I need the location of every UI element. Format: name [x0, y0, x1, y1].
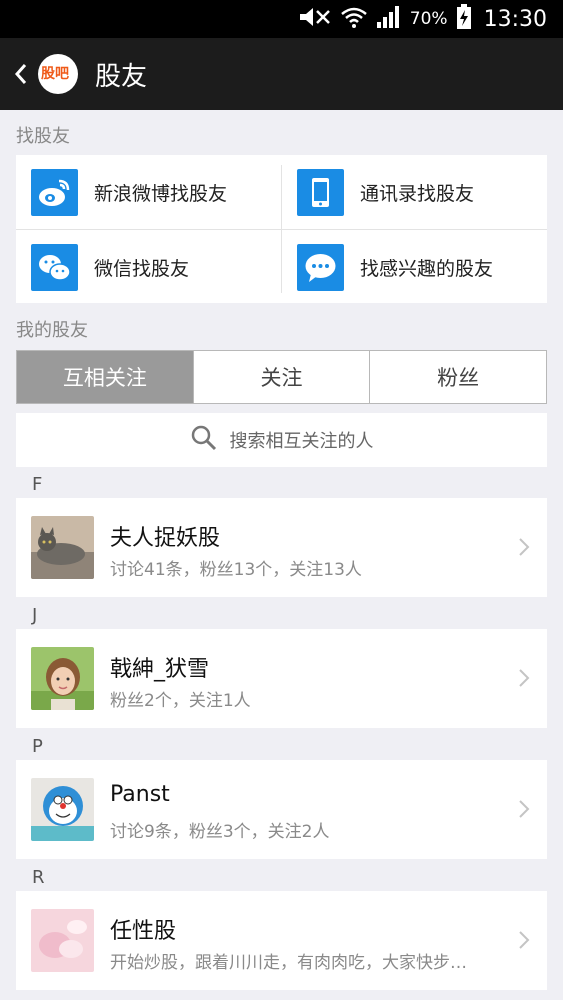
find-weibo-label: 新浪微博找股友	[94, 183, 228, 205]
chevron-right-icon	[517, 667, 531, 689]
find-weibo-button[interactable]: 新浪微博找股友	[16, 155, 281, 229]
page-title: 股友	[95, 62, 148, 92]
friend-row[interactable]: 夫人捉妖股 讨论41条，粉丝13个，关注13人	[16, 498, 547, 597]
back-icon[interactable]	[10, 62, 34, 86]
avatar	[31, 516, 94, 579]
tab-following[interactable]: 关注	[192, 351, 370, 403]
signal-icon	[376, 5, 402, 33]
index-letter: P	[32, 736, 43, 757]
tab-fans[interactable]: 粉丝	[369, 351, 546, 403]
find-interest-label: 找感兴趣的股友	[360, 258, 494, 280]
status-icons: 70% 13:30	[298, 0, 547, 38]
friend-name: 任性股	[110, 919, 177, 944]
avatar	[31, 778, 94, 841]
friend-name: 戟紳_犾雪	[110, 657, 210, 682]
search-input[interactable]: 搜索相互关注的人	[16, 413, 547, 467]
chevron-right-icon	[517, 929, 531, 951]
wechat-icon	[31, 244, 78, 291]
avatar	[31, 647, 94, 710]
search-placeholder: 搜索相互关注的人	[229, 431, 374, 452]
app-bar: 股吧 股友	[0, 38, 563, 110]
logo-text: 股吧	[41, 66, 69, 82]
find-section-label: 找股友	[16, 126, 70, 147]
friend-row[interactable]: 任性股 开始炒股，跟着川川走，有肉肉吃，大家快步…	[16, 891, 547, 990]
find-friends-grid: 新浪微博找股友 通讯录找股友 微信找股友 找感兴趣的股友	[16, 155, 547, 303]
find-contacts-button[interactable]: 通讯录找股友	[282, 155, 547, 229]
friend-row[interactable]: 戟紳_犾雪 粉丝2个，关注1人	[16, 629, 547, 728]
status-bar: 70% 13:30	[0, 0, 563, 38]
index-letter: R	[32, 867, 45, 888]
friend-tabs: 互相关注 关注 粉丝	[16, 350, 547, 404]
index-letter: F	[32, 474, 43, 495]
my-friends-label: 我的股友	[16, 320, 88, 341]
phone-contacts-icon	[297, 169, 344, 216]
find-wechat-label: 微信找股友	[94, 258, 190, 280]
friend-stats: 讨论41条，粉丝13个，关注13人	[110, 560, 362, 580]
index-letter: J	[32, 605, 38, 626]
wifi-icon	[340, 5, 368, 33]
find-contacts-label: 通讯录找股友	[360, 183, 475, 205]
avatar	[31, 909, 94, 972]
friend-stats: 开始炒股，跟着川川走，有肉肉吃，大家快步…	[110, 953, 467, 973]
friend-stats: 粉丝2个，关注1人	[110, 691, 251, 711]
find-wechat-button[interactable]: 微信找股友	[16, 230, 281, 304]
clock: 13:30	[483, 6, 547, 32]
battery-percent: 70%	[409, 9, 448, 29]
chat-bubble-icon	[297, 244, 344, 291]
app-logo: 股吧	[38, 54, 78, 94]
friend-name: 夫人捉妖股	[110, 526, 221, 551]
search-icon	[190, 424, 218, 456]
mute-icon	[298, 6, 332, 32]
friend-name: Panst	[110, 782, 170, 807]
friend-row[interactable]: Panst 讨论9条，粉丝3个，关注2人	[16, 760, 547, 859]
find-interest-button[interactable]: 找感兴趣的股友	[282, 230, 547, 304]
weibo-icon	[31, 169, 78, 216]
battery-charging-icon	[456, 4, 472, 34]
chevron-right-icon	[517, 536, 531, 558]
chevron-right-icon	[517, 798, 531, 820]
friend-stats: 讨论9条，粉丝3个，关注2人	[110, 822, 330, 842]
tab-mutual-follow[interactable]: 互相关注	[17, 351, 193, 403]
